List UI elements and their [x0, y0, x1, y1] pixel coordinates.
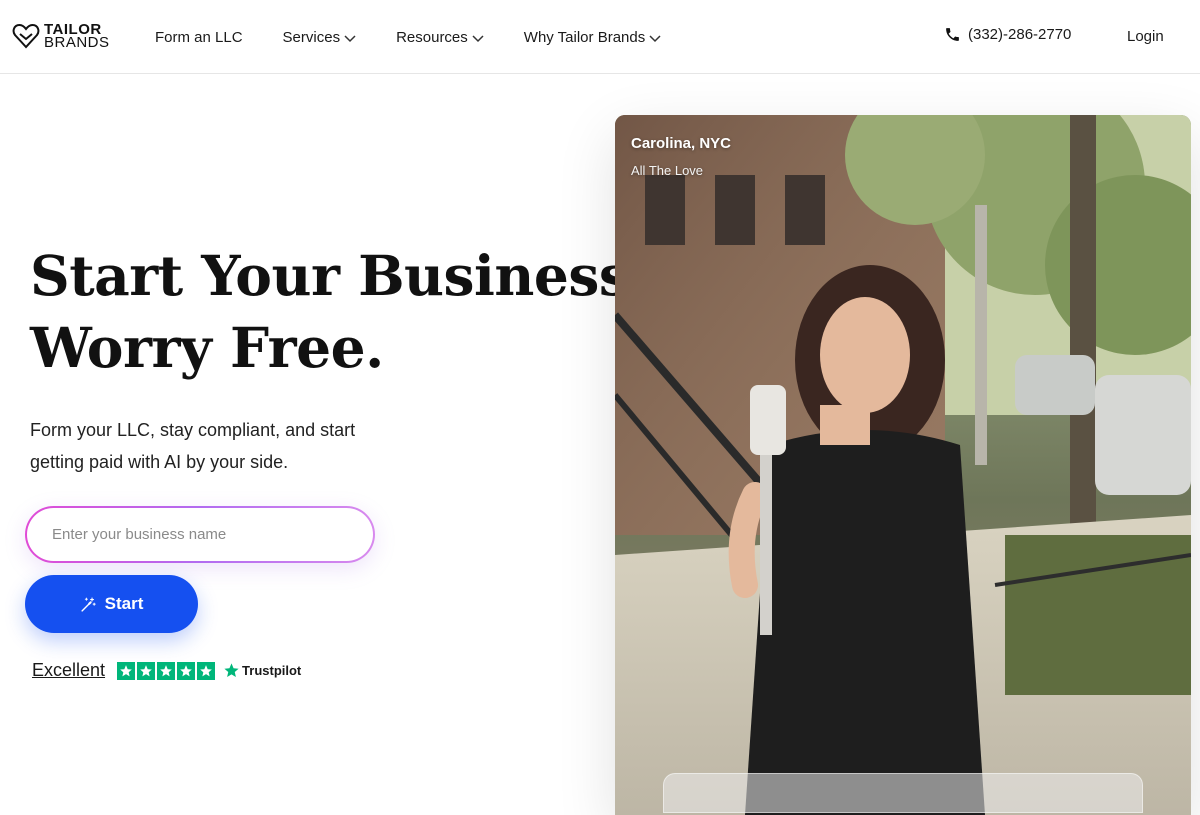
phone-number: (332)-286-2770: [968, 26, 1072, 43]
nav-resources-label: Resources: [396, 28, 468, 46]
chevron-down-icon: [344, 34, 356, 42]
start-button[interactable]: Start: [25, 575, 198, 633]
nav-why-tailor-brands[interactable]: Why Tailor Brands: [524, 29, 661, 46]
trustpilot-brand: Trustpilot: [242, 663, 302, 678]
tailor-brands-logo[interactable]: TAILOR BRANDS: [12, 22, 110, 50]
nav-why-tailor-brands-label: Why Tailor Brands: [523, 28, 646, 46]
nav-form-llc-label: Form an LLC: [155, 28, 243, 46]
chevron-down-icon: [649, 34, 661, 42]
photo-person-name: Carolina, NYC: [631, 135, 732, 152]
trustpilot-rating: Excellent Trustpilot: [32, 660, 301, 681]
star-icon: [197, 661, 216, 680]
headline-line1: Start Your Business.: [30, 243, 648, 308]
nav-form-llc[interactable]: Form an LLC: [155, 29, 243, 46]
main-nav: Form an LLC Services Resources Why Tailo…: [155, 0, 701, 74]
star-rating: [117, 661, 216, 680]
hero-photo: Carolina, NYC All The Love: [615, 115, 1191, 815]
phone-icon: [946, 28, 959, 41]
rating-word[interactable]: Excellent: [32, 660, 105, 681]
trustpilot-star-icon: [224, 663, 239, 678]
photo-overlay-card: [663, 773, 1143, 813]
trustpilot-logo[interactable]: Trustpilot: [223, 662, 301, 679]
star-icon: [177, 661, 196, 680]
heart-logo-icon: [12, 23, 40, 49]
hero-headline: Start Your Business. Worry Free.: [30, 240, 648, 384]
nav-services[interactable]: Services: [283, 29, 357, 46]
headline-line2: Worry Free.: [30, 315, 384, 380]
photo-caption: All The Love: [631, 163, 704, 178]
magic-wand-icon: [81, 597, 96, 612]
star-icon: [157, 661, 176, 680]
phone-link[interactable]: (332)-286-2770: [944, 26, 1071, 43]
start-button-label: Start: [104, 594, 144, 613]
business-name-input[interactable]: [27, 508, 373, 561]
login-link[interactable]: Login: [1127, 28, 1164, 45]
chevron-down-icon: [472, 34, 484, 42]
hero-subtext: Form your LLC, stay compliant, and start…: [30, 420, 356, 472]
nav-services-label: Services: [282, 28, 341, 46]
star-icon: [117, 661, 136, 680]
nav-resources[interactable]: Resources: [396, 29, 484, 46]
star-icon: [137, 661, 156, 680]
logo-text-line2: BRANDS: [44, 34, 110, 51]
street-scene-illustration: [615, 115, 1191, 815]
business-name-field: [25, 506, 375, 563]
site-header: TAILOR BRANDS Form an LLC Services Resou…: [0, 0, 1200, 74]
